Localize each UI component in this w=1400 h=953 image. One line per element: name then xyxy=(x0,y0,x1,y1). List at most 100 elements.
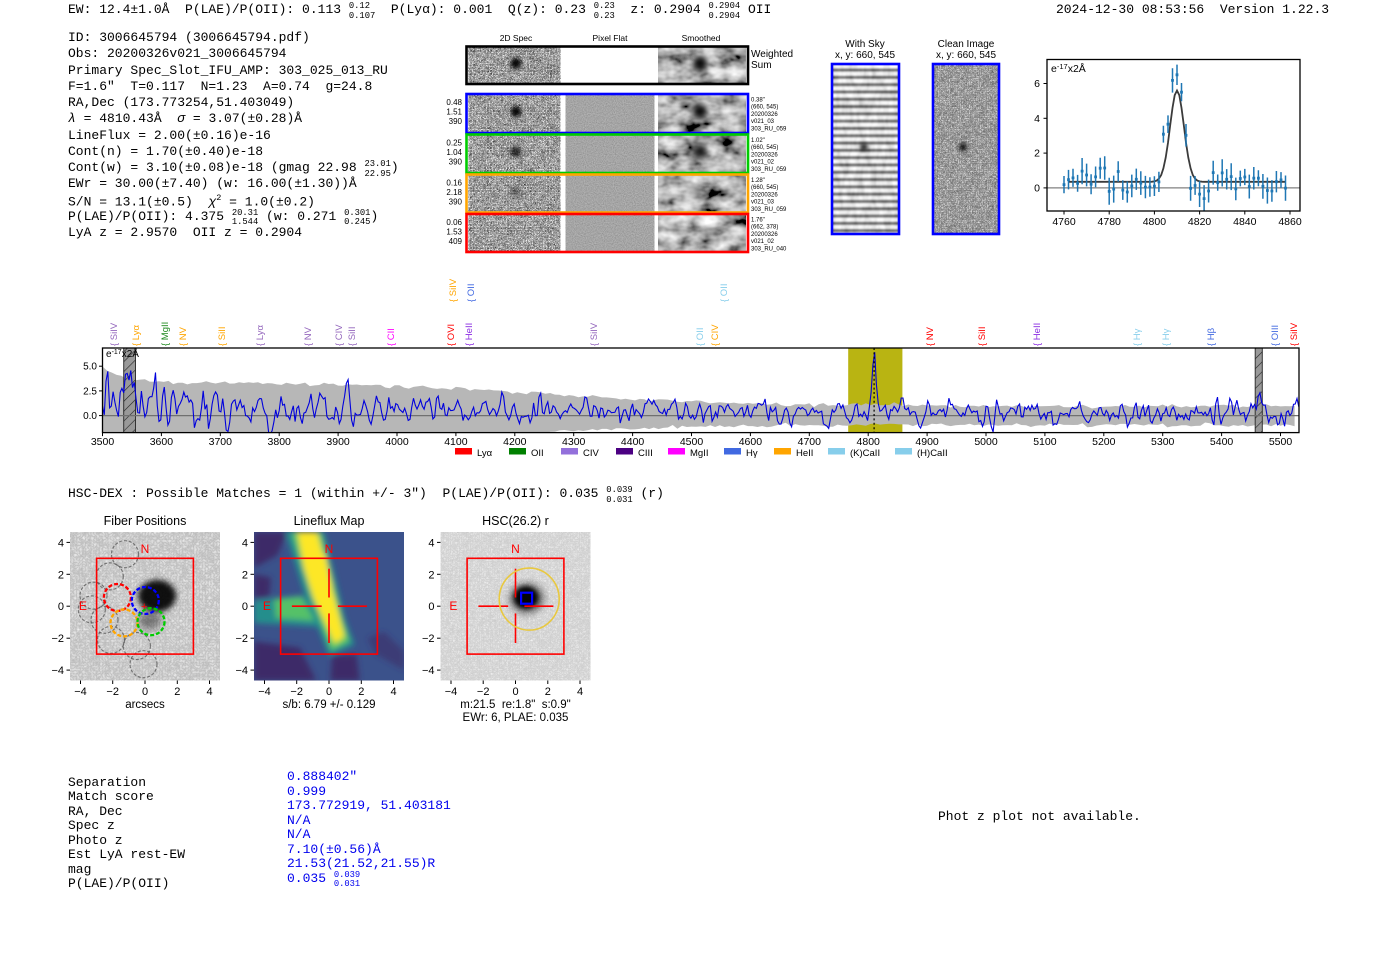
svg-text:1.53: 1.53 xyxy=(446,228,462,237)
svg-text:E: E xyxy=(263,599,271,613)
svg-text:−2: −2 xyxy=(290,686,303,698)
svg-text:{ OII: { OII xyxy=(695,328,706,346)
svg-text:{ Lyα: { Lyα xyxy=(255,325,266,346)
svg-text:2.5: 2.5 xyxy=(83,386,97,397)
svg-text:0: 0 xyxy=(58,601,64,613)
svg-text:4860: 4860 xyxy=(1278,216,1302,228)
svg-text:MgII: MgII xyxy=(690,448,708,459)
svg-text:{ SiIV: { SiIV xyxy=(109,322,120,346)
svg-text:s/b: 6.79 +/- 0.129: s/b: 6.79 +/- 0.129 xyxy=(282,699,375,711)
svg-text:{ Hγ: { Hγ xyxy=(1132,328,1143,346)
svg-text:x, y: 660, 545: x, y: 660, 545 xyxy=(936,50,996,61)
svg-text:{ Hγ: { Hγ xyxy=(1161,328,1172,346)
svg-text:{ Lyα: { Lyα xyxy=(131,325,142,346)
svg-text:1.51: 1.51 xyxy=(446,108,462,117)
svg-text:Smoothed: Smoothed xyxy=(682,33,721,43)
svg-text:4: 4 xyxy=(577,686,583,698)
svg-text:4400: 4400 xyxy=(621,436,645,448)
svg-text:(660, 545): (660, 545) xyxy=(751,105,778,111)
svg-text:4500: 4500 xyxy=(680,436,704,448)
svg-text:{ MgII: { MgII xyxy=(160,322,171,346)
svg-text:4: 4 xyxy=(206,686,212,698)
svg-text:0: 0 xyxy=(428,601,434,613)
svg-text:5.0: 5.0 xyxy=(83,362,97,373)
svg-text:−4: −4 xyxy=(258,686,271,698)
svg-text:3900: 3900 xyxy=(326,436,350,448)
svg-text:6: 6 xyxy=(1034,78,1040,90)
svg-text:{ SiII: { SiII xyxy=(347,326,358,346)
svg-text:4700: 4700 xyxy=(798,436,822,448)
svg-text:2D Spec: 2D Spec xyxy=(500,33,533,43)
svg-text:0.25: 0.25 xyxy=(446,139,462,148)
svg-text:0: 0 xyxy=(512,686,518,698)
svg-text:303_RU_040: 303_RU_040 xyxy=(751,246,787,252)
svg-text:4800: 4800 xyxy=(1143,216,1167,228)
svg-text:3600: 3600 xyxy=(150,436,174,448)
svg-text:4100: 4100 xyxy=(444,436,468,448)
svg-text:{ NV: { NV xyxy=(178,326,189,346)
svg-text:{ HeII: { HeII xyxy=(1032,323,1043,346)
svg-text:(662, 378): (662, 378) xyxy=(751,225,778,231)
svg-text:−2: −2 xyxy=(51,633,64,645)
svg-text:303_RU_059: 303_RU_059 xyxy=(751,167,787,173)
svg-text:−4: −4 xyxy=(235,665,248,677)
svg-text:5500: 5500 xyxy=(1269,436,1293,448)
svg-text:5100: 5100 xyxy=(1033,436,1057,448)
svg-text:{ SiIV: { SiIV xyxy=(589,322,600,346)
svg-text:4200: 4200 xyxy=(503,436,527,448)
svg-text:3700: 3700 xyxy=(209,436,233,448)
svg-text:20200326: 20200326 xyxy=(751,192,778,198)
svg-text:2: 2 xyxy=(58,569,64,581)
svg-text:2.18: 2.18 xyxy=(446,188,462,197)
svg-text:0: 0 xyxy=(1034,182,1040,194)
svg-text:−2: −2 xyxy=(235,633,248,645)
svg-text:{ OII: { OII xyxy=(466,284,477,302)
svg-text:Weighted: Weighted xyxy=(751,49,793,60)
svg-text:x, y: 660, 545: x, y: 660, 545 xyxy=(835,50,895,61)
svg-text:4300: 4300 xyxy=(562,436,586,448)
svg-text:{ OIII: { OIII xyxy=(1270,325,1281,346)
svg-text:{ OVI: { OVI xyxy=(446,324,457,346)
svg-text:0.48: 0.48 xyxy=(446,98,462,107)
svg-text:−4: −4 xyxy=(74,686,87,698)
svg-text:4000: 4000 xyxy=(385,436,409,448)
svg-text:2: 2 xyxy=(174,686,180,698)
svg-text:{ SiIV: { SiIV xyxy=(448,278,459,302)
svg-text:With Sky: With Sky xyxy=(845,39,884,50)
svg-text:N: N xyxy=(511,542,520,556)
svg-text:20200326: 20200326 xyxy=(751,232,778,238)
svg-text:20200326: 20200326 xyxy=(751,112,778,118)
svg-text:−4: −4 xyxy=(445,686,458,698)
svg-text:Lyα: Lyα xyxy=(477,448,493,459)
svg-text:(H)CaII: (H)CaII xyxy=(917,448,948,459)
svg-text:(660, 545): (660, 545) xyxy=(751,185,778,191)
svg-text:0.0: 0.0 xyxy=(83,411,97,422)
svg-text:1.28": 1.28" xyxy=(751,178,765,184)
svg-text:{ SiII: { SiII xyxy=(217,326,228,346)
svg-text:N: N xyxy=(325,542,334,556)
svg-text:+: + xyxy=(141,601,147,613)
svg-text:4780: 4780 xyxy=(1098,216,1122,228)
svg-text:Hγ: Hγ xyxy=(746,448,758,459)
svg-text:e-17x2Å: e-17x2Å xyxy=(106,347,139,360)
svg-text:0: 0 xyxy=(326,686,332,698)
svg-text:−2: −2 xyxy=(477,686,490,698)
svg-text:4820: 4820 xyxy=(1188,216,1212,228)
svg-text:Fiber Positions: Fiber Positions xyxy=(104,514,187,528)
svg-text:{ NV: { NV xyxy=(925,326,936,346)
svg-text:HeII: HeII xyxy=(796,448,813,459)
svg-text:{ HeII: { HeII xyxy=(464,323,475,346)
svg-text:Pixel Flat: Pixel Flat xyxy=(593,33,629,43)
svg-text:2: 2 xyxy=(428,569,434,581)
svg-text:e-17x2Å: e-17x2Å xyxy=(1051,62,1086,75)
svg-text:E: E xyxy=(79,599,87,613)
svg-text:4900: 4900 xyxy=(915,436,939,448)
svg-text:4: 4 xyxy=(1034,113,1040,125)
svg-text:2: 2 xyxy=(358,686,364,698)
svg-text:1.04: 1.04 xyxy=(446,148,462,157)
svg-text:3800: 3800 xyxy=(268,436,292,448)
svg-text:Lineflux Map: Lineflux Map xyxy=(294,514,365,528)
svg-text:{ SiII: { SiII xyxy=(977,326,988,346)
svg-text:1.02": 1.02" xyxy=(751,138,765,144)
svg-text:−4: −4 xyxy=(422,665,435,677)
